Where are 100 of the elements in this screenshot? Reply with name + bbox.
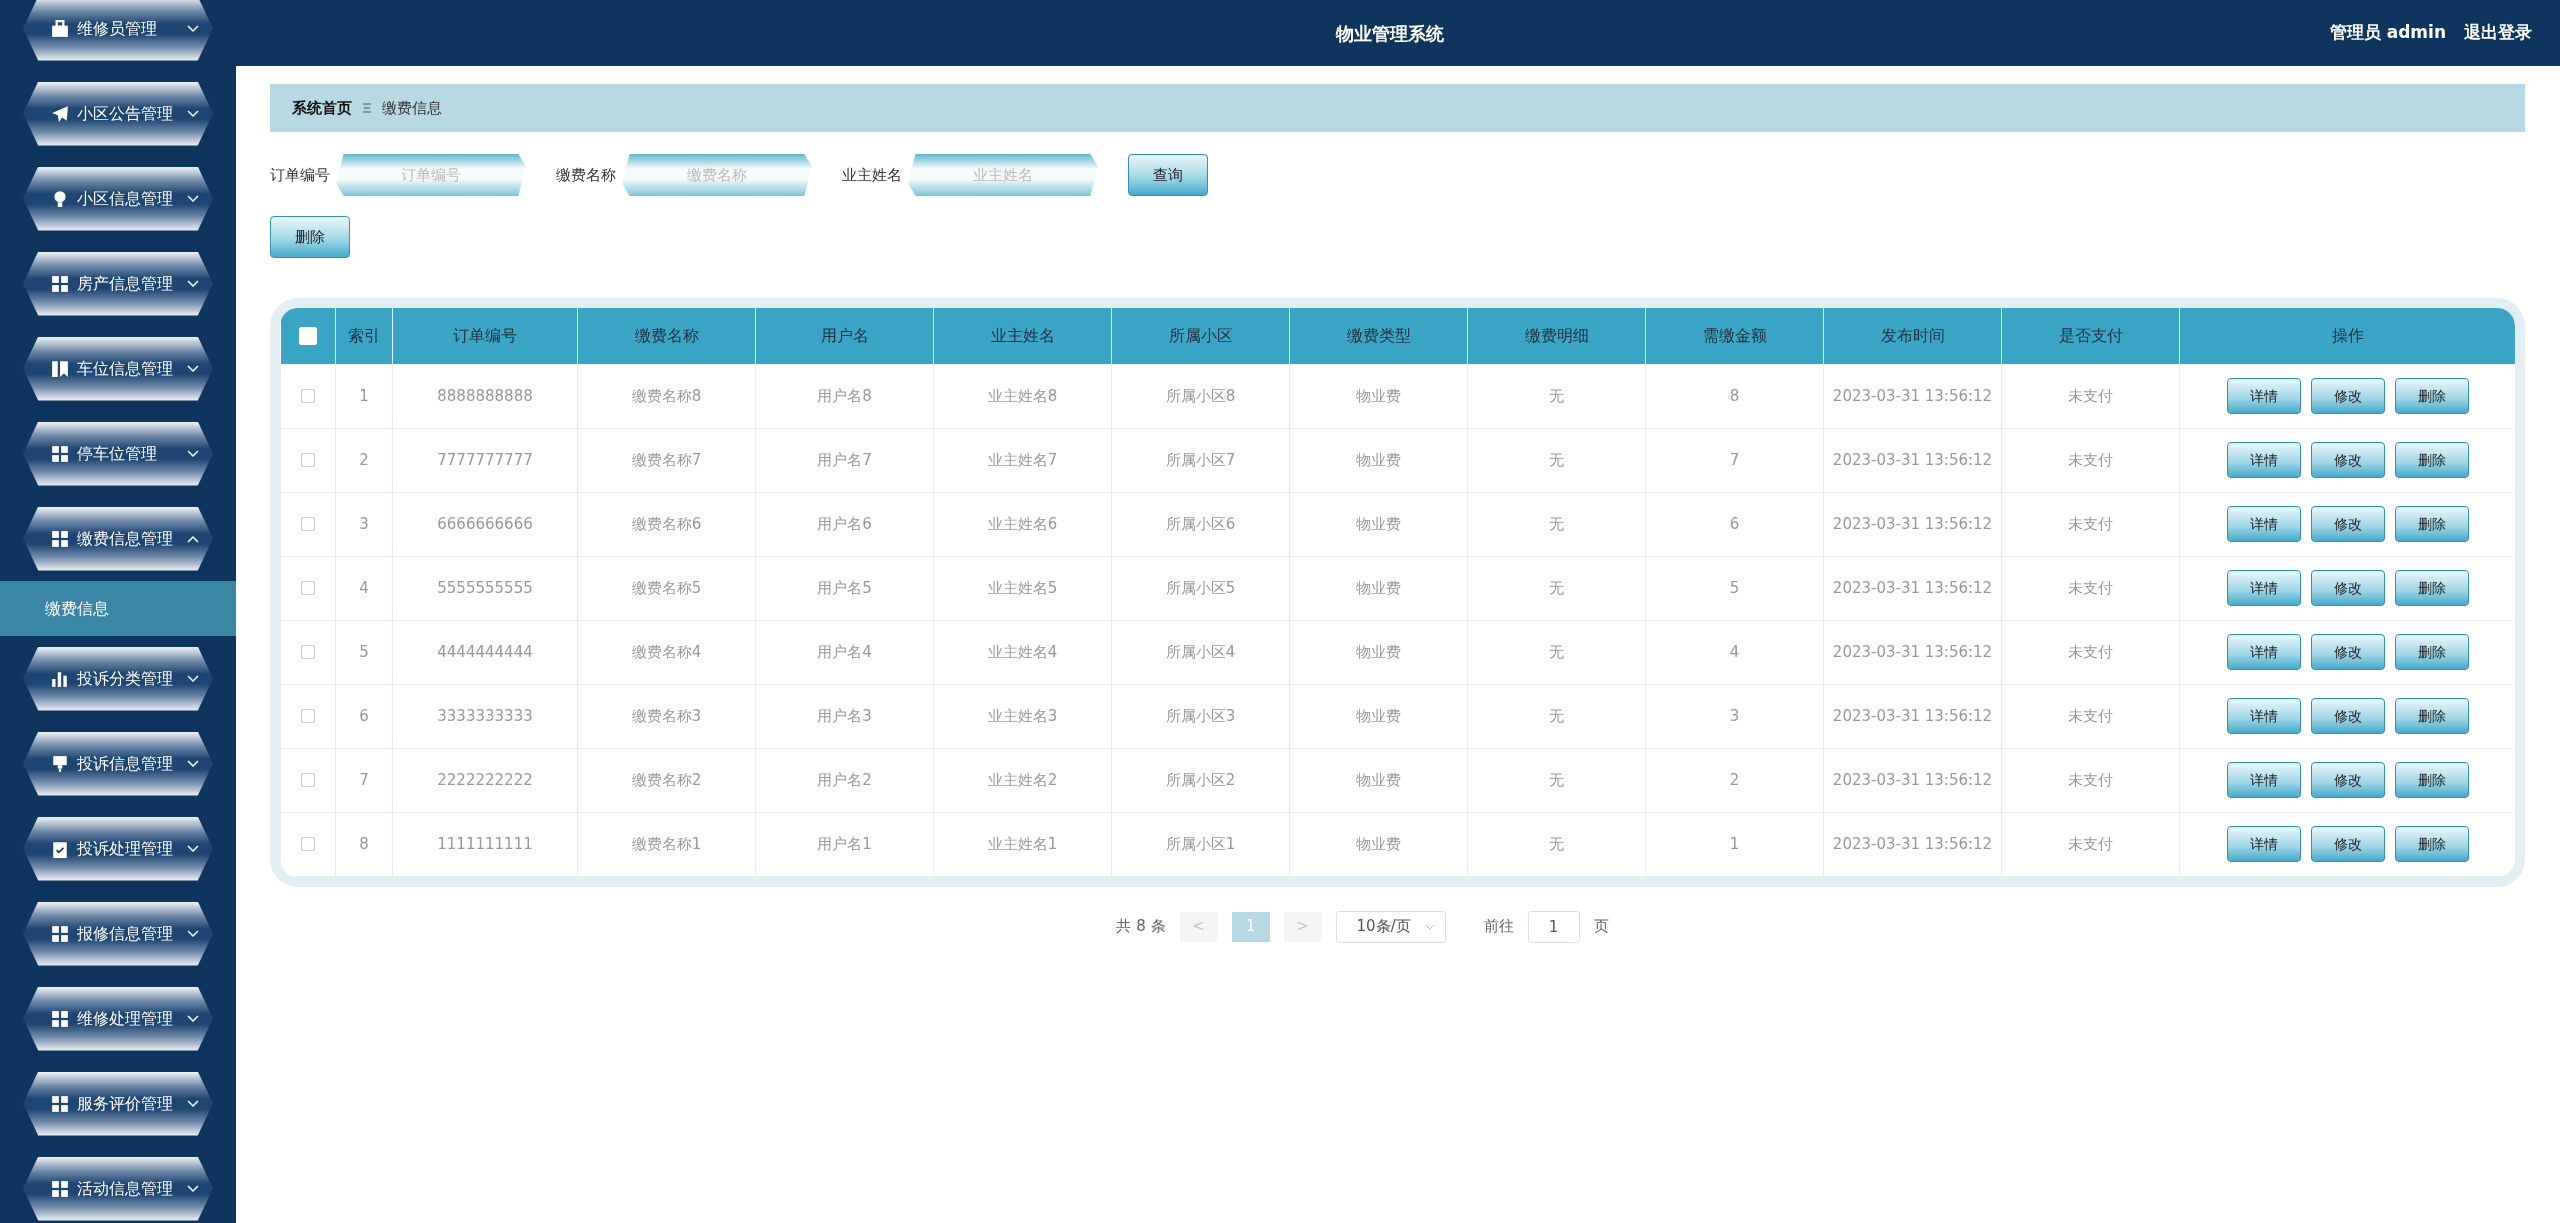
action-button[interactable]: 详情	[2226, 698, 2301, 734]
table-cell: 3	[335, 492, 393, 556]
table-cell: 无	[1467, 812, 1646, 876]
table-cell: 8	[1645, 364, 1824, 428]
table-cell: 未支付	[2001, 812, 2180, 876]
table-cell: 物业费	[1289, 492, 1468, 556]
sidebar-menu-item[interactable]: 车位信息管理	[23, 336, 213, 401]
row-checkbox[interactable]	[301, 581, 315, 596]
table-cell: 5555555555	[392, 556, 578, 620]
action-button[interactable]: 详情	[2226, 506, 2301, 542]
sidebar-menu-item[interactable]: 维修员管理	[23, 0, 213, 61]
table-cell: 6	[1645, 492, 1824, 556]
row-checkbox[interactable]	[301, 645, 315, 660]
action-button[interactable]: 删除	[2394, 698, 2469, 734]
action-button[interactable]: 修改	[2310, 378, 2385, 414]
search-field[interactable]: 业主姓名	[908, 154, 1098, 196]
grid-icon	[51, 924, 69, 943]
table-cell: 用户名7	[755, 428, 934, 492]
action-button[interactable]: 删除	[2394, 442, 2469, 478]
row-checkbox[interactable]	[301, 453, 315, 468]
grid-icon	[51, 529, 69, 548]
table-cell: 所属小区7	[1111, 428, 1290, 492]
page-size-select[interactable]: 10条/页	[1335, 910, 1446, 943]
breadcrumb-link[interactable]: 系统首页	[292, 96, 352, 120]
table-cell: 所属小区8	[1111, 364, 1290, 428]
action-button[interactable]: 修改	[2310, 762, 2385, 798]
table-cell: 未支付	[2001, 428, 2180, 492]
column-header: 所属小区	[1111, 308, 1290, 364]
field-label: 业主姓名	[842, 164, 902, 186]
action-button[interactable]: 修改	[2310, 506, 2385, 542]
table-cell: 无	[1467, 364, 1646, 428]
row-checkbox[interactable]	[301, 837, 315, 852]
table-cell: 缴费名称3	[577, 684, 756, 748]
action-button[interactable]: 修改	[2310, 442, 2385, 478]
chevron-down-icon	[187, 844, 199, 853]
action-button[interactable]: 删除	[2394, 378, 2469, 414]
row-checkbox[interactable]	[301, 389, 315, 404]
action-button[interactable]: 详情	[2226, 634, 2301, 670]
table-cell: 物业费	[1289, 620, 1468, 684]
row-checkbox[interactable]	[301, 517, 315, 532]
table-cell: 业主姓名2	[933, 748, 1112, 812]
submenu-item[interactable]: 缴费信息	[0, 581, 236, 636]
action-button[interactable]: 修改	[2310, 698, 2385, 734]
sidebar-menu-item[interactable]: 小区信息管理	[23, 166, 213, 231]
pushpin-icon	[51, 754, 69, 773]
bookmark-icon	[51, 359, 69, 378]
chevron-down-icon	[187, 109, 199, 118]
sidebar-menu-item[interactable]: 缴费信息管理	[23, 506, 213, 571]
logout-link[interactable]: 退出登录	[2458, 19, 2538, 47]
sidebar-menu-item[interactable]: 投诉信息管理	[23, 731, 213, 796]
grid-icon	[51, 1094, 69, 1113]
action-button[interactable]: 删除	[2394, 634, 2469, 670]
action-button[interactable]: 详情	[2226, 442, 2301, 478]
sidebar-menu-item[interactable]: 维修处理管理	[23, 986, 213, 1051]
sidebar-menu-item[interactable]: 房产信息管理	[23, 251, 213, 316]
table-cell: 2023-03-31 13:56:12	[1823, 748, 2002, 812]
delete-button[interactable]: 删除	[270, 216, 350, 258]
action-button[interactable]: 删除	[2394, 506, 2469, 542]
column-header: 业主姓名	[933, 308, 1112, 364]
breadcrumb-current: 缴费信息	[382, 97, 442, 119]
column-header: 缴费明细	[1467, 308, 1646, 364]
sidebar-menu-item[interactable]: 投诉分类管理	[23, 646, 213, 711]
goto-label: 前往	[1483, 916, 1514, 938]
search-field[interactable]: 订单编号	[336, 154, 526, 196]
action-button[interactable]: 详情	[2226, 378, 2301, 414]
column-header: 索引	[335, 308, 393, 364]
sidebar-menu-item[interactable]: 服务评价管理	[23, 1071, 213, 1136]
search-button[interactable]: 查询	[1128, 154, 1208, 196]
table-cell: 用户名3	[755, 684, 934, 748]
table-cell: 无	[1467, 620, 1646, 684]
sidebar-menu-item[interactable]: 活动信息管理	[23, 1156, 213, 1221]
action-button[interactable]: 详情	[2226, 762, 2301, 798]
column-header: 缴费名称	[577, 308, 756, 364]
action-button[interactable]: 详情	[2226, 570, 2301, 606]
page-input[interactable]: 1	[1527, 910, 1580, 943]
action-button[interactable]: 修改	[2310, 570, 2385, 606]
lightbulb-icon	[51, 189, 69, 208]
table-cell: 1	[335, 364, 393, 428]
sidebar-menu-item[interactable]: 停车位管理	[23, 421, 213, 486]
action-button[interactable]: 修改	[2310, 826, 2385, 862]
table-cell: 未支付	[2001, 748, 2180, 812]
sidebar-menu-item[interactable]: 投诉处理管理	[23, 816, 213, 881]
chevron-down-icon	[187, 1099, 199, 1108]
sidebar-menu-item[interactable]: 小区公告管理	[23, 81, 213, 146]
action-button[interactable]: 删除	[2394, 762, 2469, 798]
table-cell: 3	[1645, 684, 1824, 748]
table-cell: 2	[335, 428, 393, 492]
table-cell: 无	[1467, 428, 1646, 492]
search-field[interactable]: 缴费名称	[622, 154, 812, 196]
table-cell: 未支付	[2001, 620, 2180, 684]
table-cell: 所属小区6	[1111, 492, 1290, 556]
sidebar-menu-item[interactable]: 报修信息管理	[23, 901, 213, 966]
row-checkbox[interactable]	[301, 709, 315, 724]
select-all-checkbox[interactable]	[298, 327, 317, 346]
action-button[interactable]: 删除	[2394, 570, 2469, 606]
row-checkbox[interactable]	[301, 773, 315, 788]
chevron-down-icon	[187, 24, 199, 33]
action-button[interactable]: 修改	[2310, 634, 2385, 670]
action-button[interactable]: 删除	[2394, 826, 2469, 862]
action-button[interactable]: 详情	[2226, 826, 2301, 862]
